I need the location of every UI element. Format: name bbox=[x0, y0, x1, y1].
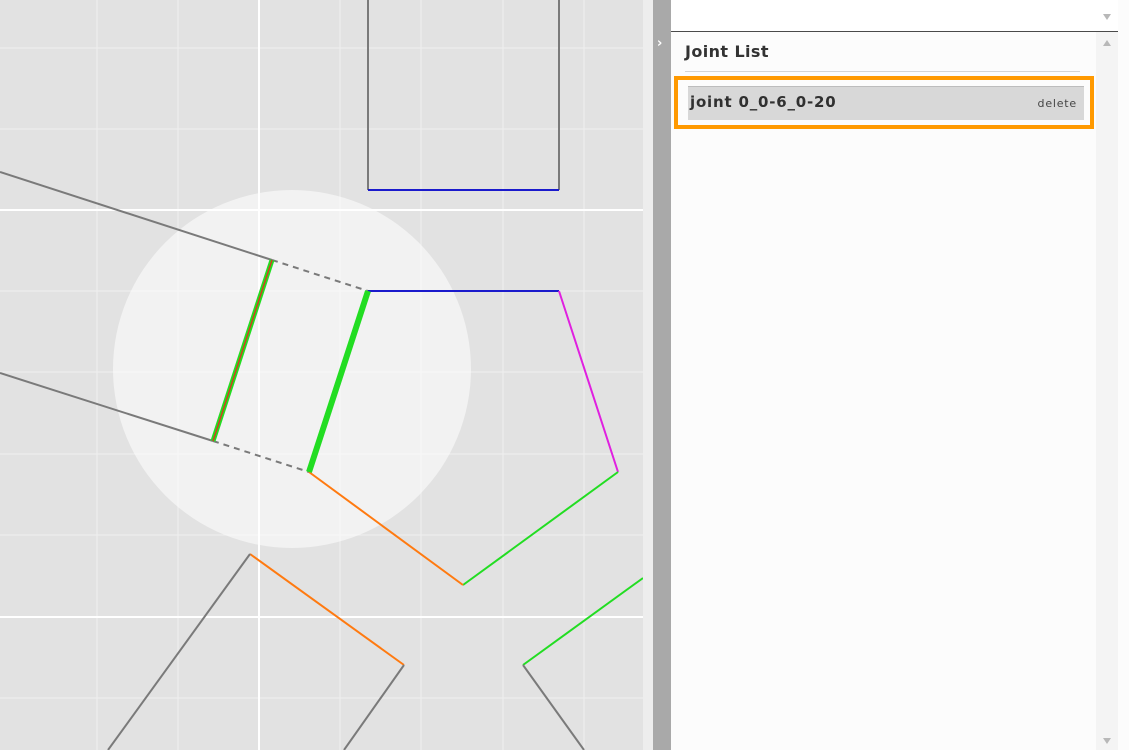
joint-focus-circle bbox=[113, 190, 471, 548]
panel-top-section bbox=[671, 0, 1118, 32]
panel-collapse-handle[interactable]: › bbox=[653, 0, 671, 750]
canvas-divider bbox=[643, 0, 653, 750]
panel-scrollbar[interactable] bbox=[1096, 32, 1118, 750]
joint-list-panel: Joint List joint 0_0-6_0-20 delete bbox=[671, 0, 1129, 750]
title-divider bbox=[685, 71, 1080, 72]
joint-label: joint 0_0-6_0-20 bbox=[690, 93, 837, 111]
piece-bottom-left bbox=[107, 553, 405, 750]
scroll-down-icon[interactable] bbox=[1103, 14, 1111, 20]
canvas-drawing[interactable] bbox=[0, 0, 643, 750]
panel-title: Joint List bbox=[685, 42, 769, 61]
joint-list-item[interactable]: joint 0_0-6_0-20 delete bbox=[688, 86, 1084, 120]
chevron-right-icon[interactable]: › bbox=[657, 36, 662, 51]
scroll-up-icon[interactable] bbox=[1103, 40, 1111, 46]
piece-bottom-right bbox=[522, 577, 643, 750]
piece-top-rectangle bbox=[367, 0, 560, 191]
delete-joint-button[interactable]: delete bbox=[1038, 97, 1077, 110]
scroll-down-icon[interactable] bbox=[1103, 738, 1111, 744]
design-canvas[interactable] bbox=[0, 0, 643, 750]
